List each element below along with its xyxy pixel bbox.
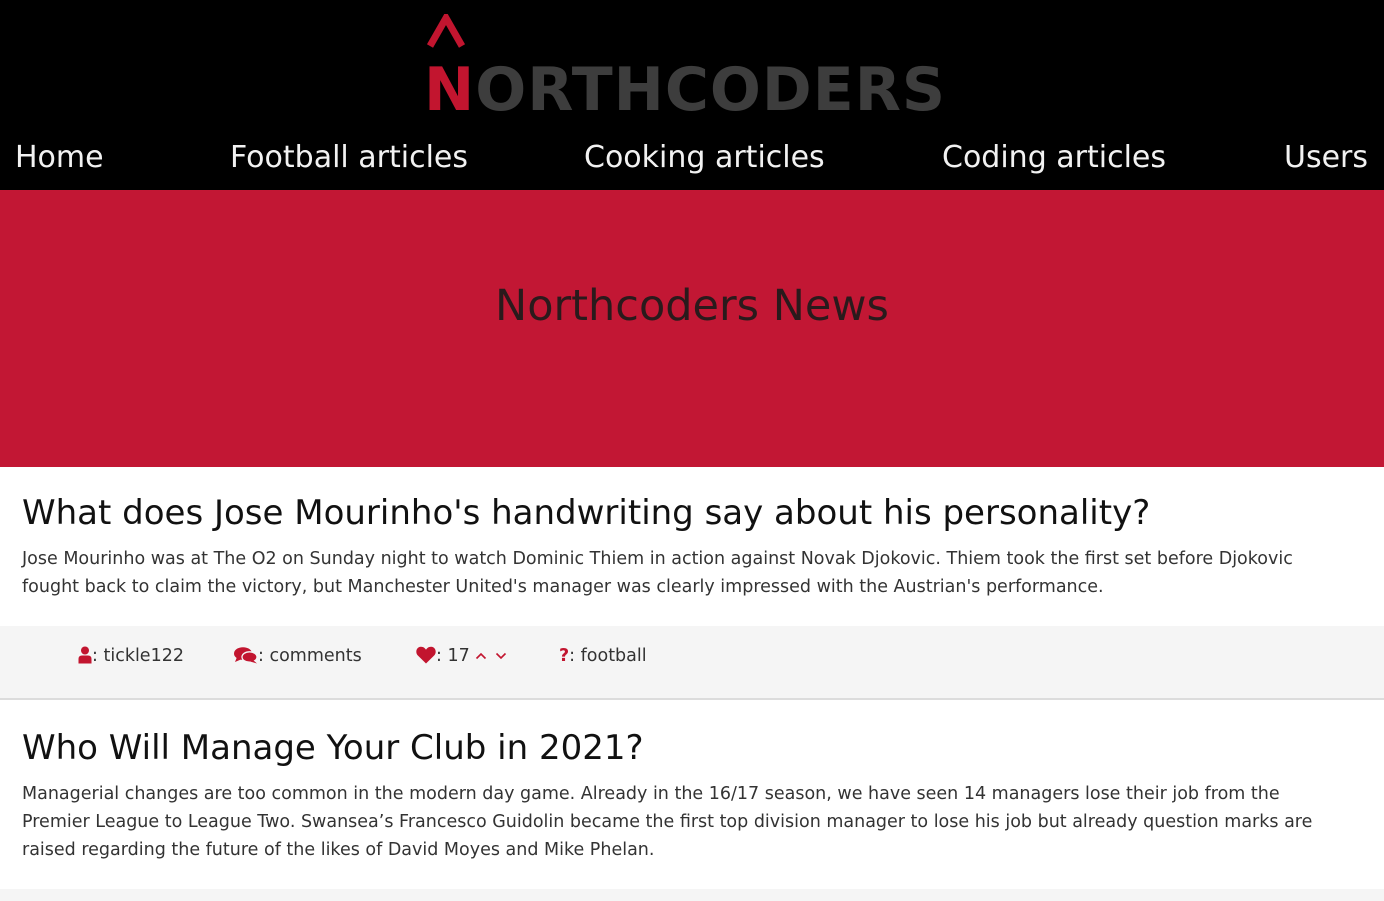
article-meta-bar (0, 889, 1384, 901)
chevron-up-icon (476, 652, 487, 660)
article-title[interactable]: What does Jose Mourinho's handwriting sa… (22, 491, 1150, 535)
hero-banner: Northcoders News (0, 190, 1384, 467)
nav-users[interactable]: Users (1284, 138, 1368, 178)
votes-prefix: : (436, 646, 448, 666)
user-icon (78, 646, 92, 664)
comments-label: : comments (258, 646, 362, 666)
chevron-down-icon (495, 652, 506, 660)
article-votes: : 17 (416, 644, 509, 668)
article-comments-link[interactable]: : comments (234, 644, 362, 668)
downvote-button[interactable] (495, 644, 509, 668)
heart-icon (416, 646, 436, 664)
northcoders-logo[interactable]: NORTHCODERS (424, 14, 964, 120)
article-body: Managerial changes are too common in the… (22, 784, 1313, 860)
article-topic[interactable]: ?: football (559, 644, 647, 668)
author-name: tickle122 (103, 646, 184, 666)
main-nav: Home Football articles Cooking articles … (0, 138, 1384, 178)
article-card: Who Will Manage Your Club in 2021? Manag… (0, 702, 1384, 889)
article-meta-bar: : tickle122 : comments : 17 ?: football (0, 626, 1384, 700)
nav-coding-articles[interactable]: Coding articles (942, 138, 1166, 178)
nav-home[interactable]: Home (15, 138, 104, 178)
site-header: NORTHCODERS Home Football articles Cooki… (0, 0, 1384, 190)
upvote-button[interactable] (475, 644, 489, 668)
nav-cooking-articles[interactable]: Cooking articles (584, 138, 825, 178)
comments-icon (234, 647, 258, 664)
author-prefix: : (92, 646, 104, 666)
topic-name: football (580, 646, 647, 666)
hero-title: Northcoders News (495, 281, 889, 331)
logo-first-letter: N (424, 55, 476, 125)
article-body: Jose Mourinho was at The O2 on Sunday ni… (22, 549, 1293, 597)
article-card: What does Jose Mourinho's handwriting sa… (0, 467, 1384, 626)
article-author[interactable]: : tickle122 (78, 644, 184, 668)
topic-prefix: : (569, 646, 581, 666)
nav-football-articles[interactable]: Football articles (230, 138, 468, 178)
caret-up-icon (426, 14, 466, 48)
logo-wordmark: NORTHCODERS (424, 60, 946, 120)
votes-count: 17 (447, 646, 470, 666)
logo-rest: ORTHCODERS (475, 55, 947, 125)
question-icon: ? (559, 646, 570, 666)
article-title[interactable]: Who Will Manage Your Club in 2021? (22, 726, 644, 770)
